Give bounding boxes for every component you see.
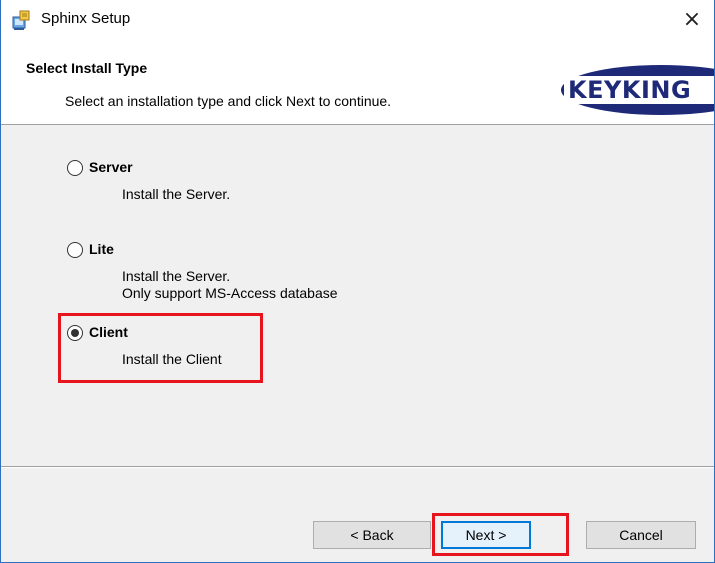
logo-text: KEYKING: [568, 76, 692, 104]
close-icon[interactable]: ×: [670, 0, 714, 38]
option-description: Install the Server.: [122, 186, 230, 203]
option-description: Install the Server. Only support MS-Acce…: [122, 268, 338, 302]
page-title: Select Install Type: [26, 60, 148, 76]
setup-window: Sphinx Setup × Select Install Type Selec…: [0, 0, 715, 563]
lite-radio[interactable]: [67, 242, 83, 258]
next-highlight-box: [432, 513, 569, 556]
option-description-line: Install the Server.: [122, 268, 231, 284]
client-highlight-box: [58, 313, 263, 383]
window-title: Sphinx Setup: [41, 10, 131, 27]
option-label[interactable]: Server: [89, 159, 133, 175]
option-description-line: Only support MS-Access database: [122, 285, 338, 301]
page-header: Select Install Type Select an installati…: [1, 38, 714, 125]
setup-icon: [11, 9, 33, 31]
footer-divider: [1, 466, 714, 468]
page-description: Select an installation type and click Ne…: [65, 93, 392, 109]
option-label[interactable]: Lite: [89, 241, 114, 257]
server-radio[interactable]: [67, 160, 83, 176]
title-bar[interactable]: Sphinx Setup ×: [1, 0, 714, 38]
cancel-button[interactable]: Cancel: [586, 521, 696, 549]
option-description-line: Install the Server.: [122, 186, 231, 202]
back-button[interactable]: < Back: [313, 521, 431, 549]
